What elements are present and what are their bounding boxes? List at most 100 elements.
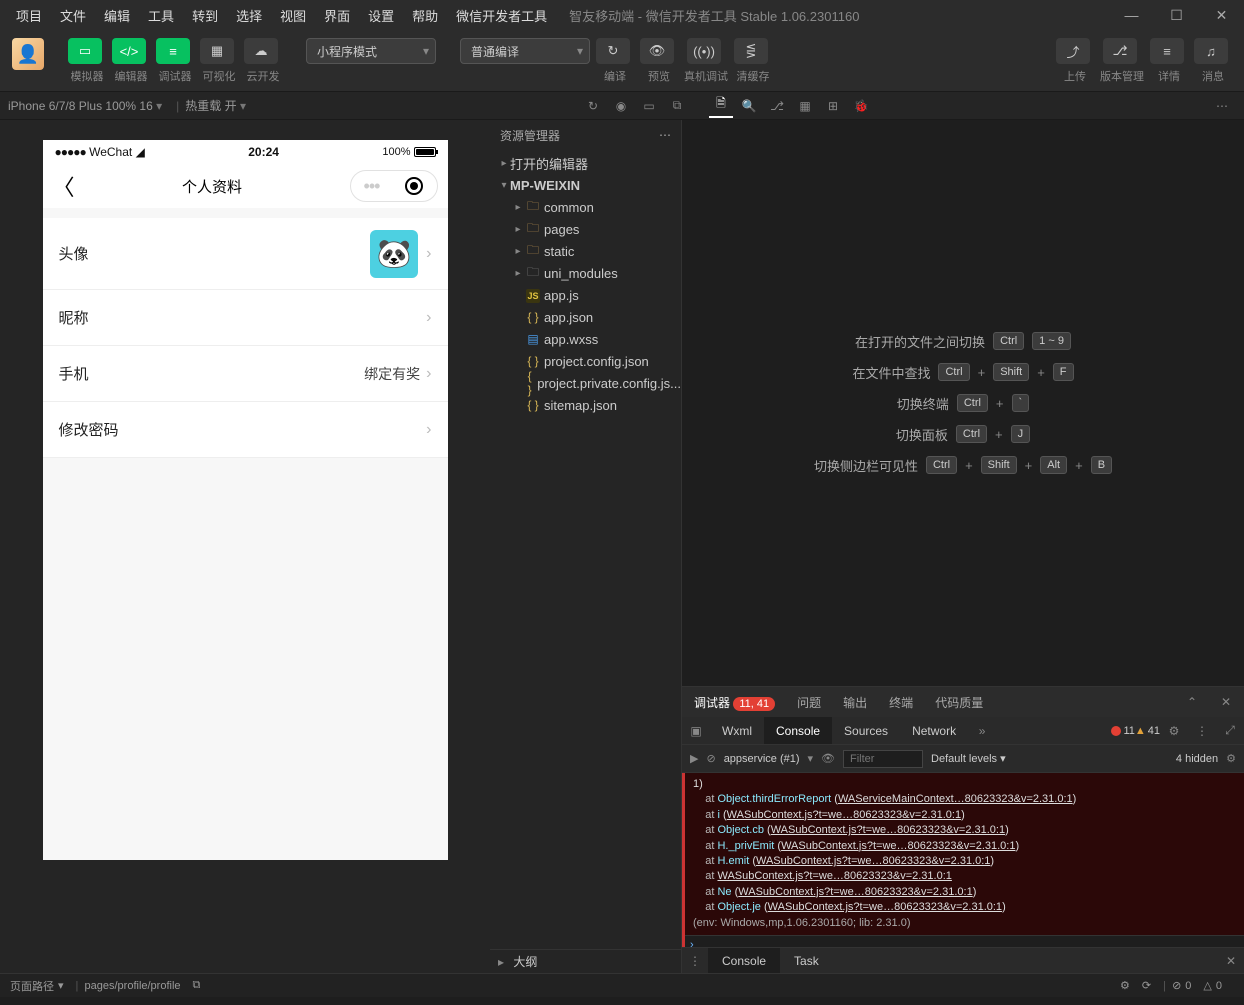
tab-problems[interactable]: 问题: [793, 694, 825, 711]
tab-terminal[interactable]: 终端: [885, 694, 917, 711]
sb-error-count[interactable]: ⊘ 0: [1172, 979, 1191, 992]
maximize-button[interactable]: ☐: [1154, 0, 1199, 30]
eye-icon[interactable]: 👁: [821, 752, 835, 765]
mode-select[interactable]: 小程序模式: [306, 38, 436, 64]
folder-common[interactable]: ▸🗀common: [490, 196, 681, 218]
menu-settings[interactable]: 设置: [360, 2, 402, 29]
hot-reload-toggle[interactable]: 热重载 开: [185, 97, 246, 114]
cell-nickname[interactable]: 昵称 ›: [43, 290, 448, 346]
console-settings-icon[interactable]: ⚙: [1226, 752, 1236, 765]
menu-ui[interactable]: 界面: [316, 2, 358, 29]
page-path[interactable]: pages/profile/profile: [85, 980, 181, 992]
details-button[interactable]: ≡: [1150, 38, 1184, 64]
close-button[interactable]: ✕: [1199, 0, 1244, 30]
drawer-menu-icon[interactable]: ⋮: [682, 954, 708, 968]
branch-icon[interactable]: ⎇: [765, 94, 789, 118]
capsule-close-icon[interactable]: [405, 177, 423, 195]
sb-reconnect-icon[interactable]: ⟳: [1142, 979, 1151, 992]
folder-pages[interactable]: ▸🗀pages: [490, 218, 681, 240]
simulator-button[interactable]: ▭: [68, 38, 102, 64]
file-project-private-config[interactable]: { }project.private.config.js...: [490, 372, 681, 394]
upload-button[interactable]: ⤴: [1056, 38, 1090, 64]
devtools-more-icon[interactable]: »: [968, 724, 996, 738]
file-app-js[interactable]: JSapp.js: [490, 284, 681, 306]
warning-count[interactable]: ▲41: [1135, 725, 1160, 737]
console-output[interactable]: 1) at Object.thirdErrorReport (WAService…: [682, 773, 1244, 947]
panel-collapse-icon[interactable]: ⌃: [1182, 695, 1202, 709]
sb-settings-icon[interactable]: ⚙: [1120, 979, 1130, 992]
folder-static[interactable]: ▸🗀static: [490, 240, 681, 262]
explorer-more-icon[interactable]: ⋯: [659, 128, 671, 142]
devtools-network[interactable]: Network: [900, 717, 968, 744]
compile-select[interactable]: 普通编译: [460, 38, 590, 64]
bug-icon[interactable]: 🐞: [849, 94, 873, 118]
files-icon[interactable]: 🗎: [709, 94, 733, 118]
folder-uni-modules[interactable]: ▸🗀uni_modules: [490, 262, 681, 284]
cell-phone[interactable]: 手机 绑定有奖 ›: [43, 346, 448, 402]
user-avatar[interactable]: [12, 38, 44, 70]
console-filter-input[interactable]: [843, 750, 923, 768]
version-mgmt-button[interactable]: ⎇: [1103, 38, 1137, 64]
footer-tab-console[interactable]: Console: [708, 948, 780, 973]
opened-editors-section[interactable]: ▸打开的编辑器: [490, 152, 681, 174]
editor-button[interactable]: </>: [112, 38, 146, 64]
back-button[interactable]: 〈: [53, 170, 75, 202]
real-debug-button[interactable]: ((•)): [687, 38, 721, 64]
clear-cache-button[interactable]: ⋚: [734, 38, 768, 64]
windows-icon[interactable]: ⧉: [665, 94, 689, 118]
preview-button[interactable]: 👁: [640, 38, 674, 64]
devtools-console[interactable]: Console: [764, 717, 832, 744]
console-play-icon[interactable]: ▶: [690, 752, 698, 765]
messages-button[interactable]: ♫: [1194, 38, 1228, 64]
devtools-sources[interactable]: Sources: [832, 717, 900, 744]
menu-tools[interactable]: 工具: [140, 2, 182, 29]
file-app-json[interactable]: { }app.json: [490, 306, 681, 328]
tab-code-quality[interactable]: 代码质量: [931, 694, 987, 711]
menu-view[interactable]: 视图: [272, 2, 314, 29]
console-clear-icon[interactable]: ⊘: [706, 752, 715, 765]
devtools-wxml[interactable]: Wxml: [710, 717, 764, 744]
root-folder[interactable]: ▾MP-WEIXIN: [490, 174, 681, 196]
console-prompt[interactable]: ›: [682, 935, 1244, 947]
extension-icon[interactable]: ▦: [793, 94, 817, 118]
menu-project[interactable]: 项目: [8, 2, 50, 29]
record-icon[interactable]: ◉: [609, 94, 633, 118]
debugger-button[interactable]: ≡: [156, 38, 190, 64]
minimize-button[interactable]: —: [1109, 0, 1154, 30]
cloud-dev-button[interactable]: ☁: [244, 38, 278, 64]
sb-warn-count[interactable]: △ 0: [1203, 979, 1222, 992]
footer-tab-task[interactable]: Task: [780, 948, 833, 973]
menu-select[interactable]: 选择: [228, 2, 270, 29]
more-icon[interactable]: ⋯: [1210, 94, 1234, 118]
copy-icon[interactable]: ⧉: [193, 979, 201, 992]
compile-button[interactable]: ↻: [596, 38, 630, 64]
menu-wx-devtools[interactable]: 微信开发者工具: [448, 2, 555, 29]
visualize-button[interactable]: ▦: [200, 38, 234, 64]
devtools-expand-icon[interactable]: ⤢: [1216, 723, 1244, 738]
devtools-menu-icon[interactable]: ⋮: [1188, 724, 1216, 738]
panel-close-icon[interactable]: ✕: [1216, 695, 1236, 709]
cell-change-password[interactable]: 修改密码 ›: [43, 402, 448, 458]
device-select[interactable]: iPhone 6/7/8 Plus 100% 16: [8, 99, 162, 113]
inspect-icon[interactable]: ▣: [682, 724, 710, 738]
menu-help[interactable]: 帮助: [404, 2, 446, 29]
error-count[interactable]: 11: [1111, 725, 1134, 737]
menu-file[interactable]: 文件: [52, 2, 94, 29]
drawer-close-icon[interactable]: ✕: [1218, 954, 1244, 968]
phone-icon[interactable]: ▭: [637, 94, 661, 118]
menu-edit[interactable]: 编辑: [96, 2, 138, 29]
file-sitemap[interactable]: { }sitemap.json: [490, 394, 681, 416]
capsule-menu-icon[interactable]: •••: [364, 176, 380, 197]
cell-avatar[interactable]: 头像 ›: [43, 218, 448, 290]
tab-debugger[interactable]: 调试器 11, 41: [690, 694, 779, 711]
menu-goto[interactable]: 转到: [184, 2, 226, 29]
file-project-config[interactable]: { }project.config.json: [490, 350, 681, 372]
file-app-wxss[interactable]: ▤app.wxss: [490, 328, 681, 350]
devtools-settings-icon[interactable]: ⚙: [1160, 724, 1188, 738]
refresh-icon[interactable]: ↻: [581, 94, 605, 118]
context-select[interactable]: appservice (#1): [724, 753, 800, 765]
levels-select[interactable]: Default levels ▾: [931, 752, 1006, 765]
outline-section[interactable]: ▸ 大纲: [490, 949, 681, 973]
tab-output[interactable]: 输出: [839, 694, 871, 711]
search-icon[interactable]: 🔍: [737, 94, 761, 118]
